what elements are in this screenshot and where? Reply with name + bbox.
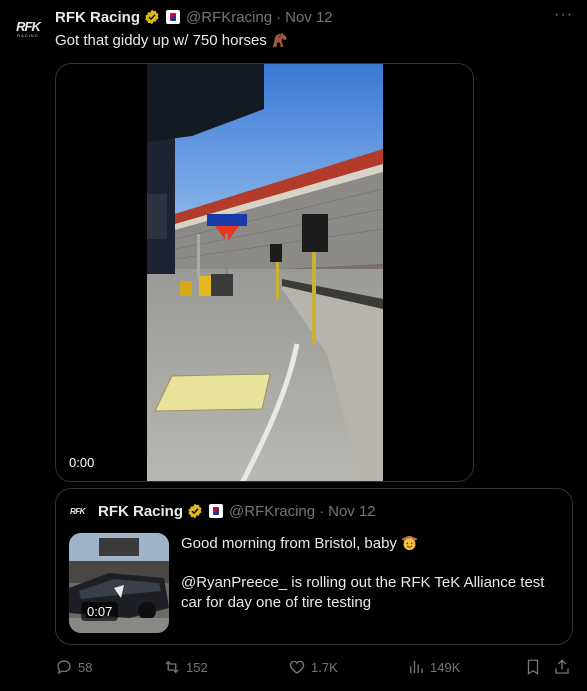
repost-button[interactable]: 152	[163, 657, 208, 677]
repost-icon	[165, 660, 179, 674]
heart-icon	[289, 660, 305, 674]
reply-button[interactable]: 58	[55, 657, 92, 677]
views-icon	[410, 661, 423, 673]
share-icon	[555, 659, 569, 674]
like-count: 1.7K	[311, 659, 338, 675]
avatar-logo: RFK	[16, 19, 41, 34]
handle[interactable]: @RFKracing	[186, 9, 272, 26]
tweet-header: RFK Racing @RFKracing · Nov 12	[55, 7, 333, 27]
display-name[interactable]: RFK Racing	[55, 9, 140, 26]
quoted-text-line1-content: Good morning from Bristol, baby	[181, 535, 397, 552]
verified-badge-icon[interactable]	[144, 9, 160, 25]
quoted-display-name: RFK Racing	[98, 502, 184, 520]
avatar-subtext: RACING	[17, 33, 39, 38]
racetrack-video-still	[147, 64, 383, 481]
video-frame[interactable]	[147, 64, 383, 481]
tweet-text: Got that giddy up w/ 750 horses	[55, 32, 288, 49]
verified-badge-icon	[188, 503, 202, 519]
separator: ·	[276, 8, 282, 26]
views-count: 149K	[430, 659, 461, 675]
timestamp-date[interactable]: Nov 12	[285, 9, 333, 26]
quoted-avatar[interactable]: RFK	[70, 507, 92, 516]
repost-count: 152	[186, 659, 208, 675]
quoted-video-thumbnail[interactable]: 0:07	[69, 533, 169, 633]
quoted-video-duration: 0:07	[81, 602, 119, 621]
quoted-tweet[interactable]: RFK RFK Racing @RFKracing · Nov 12 0:07 …	[55, 488, 573, 645]
quoted-handle: @RFKracing	[229, 502, 316, 520]
share-button[interactable]	[553, 657, 571, 677]
video-timestamp: 0:00	[69, 455, 95, 470]
bookmark-icon	[527, 659, 539, 676]
action-bar: 58 152 1.7K 149K	[55, 657, 575, 677]
avatar[interactable]: RFK RACING	[8, 10, 48, 50]
quoted-text-body: @RyanPreece_ is rolling out the RFK TeK …	[181, 574, 545, 611]
separator: ·	[319, 502, 325, 520]
video-player[interactable]: 0:00	[55, 63, 474, 482]
quoted-date: Nov 12	[328, 502, 376, 520]
cowboy-emoji-icon	[401, 535, 418, 551]
tweet-text-content: Got that giddy up w/ 750 horses	[55, 32, 267, 49]
like-button[interactable]: 1.7K	[288, 657, 338, 677]
quoted-tweet-header: RFK RFK Racing @RFKracing · Nov 12	[70, 501, 376, 521]
horse-emoji-icon	[272, 32, 287, 48]
reply-count: 58	[78, 659, 93, 675]
affiliate-badge-icon[interactable]	[166, 10, 181, 24]
more-options-icon[interactable]: ···	[554, 6, 573, 24]
views-button[interactable]: 149K	[407, 657, 460, 677]
quoted-text-line1: Good morning from Bristol, baby	[181, 534, 418, 552]
bookmark-button[interactable]	[524, 657, 542, 677]
reply-icon	[57, 660, 71, 675]
affiliate-badge-icon	[209, 504, 224, 518]
